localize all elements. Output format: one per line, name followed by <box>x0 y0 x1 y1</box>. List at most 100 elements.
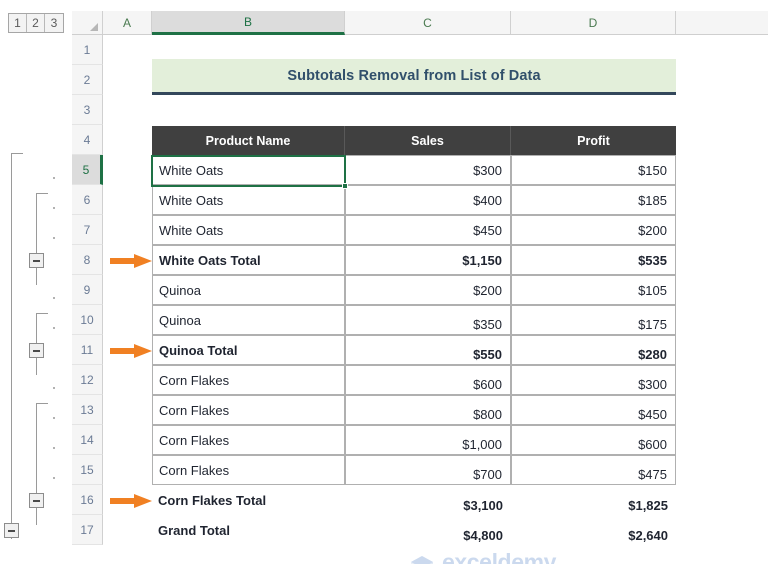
outline-level-1-button[interactable]: 1 <box>9 14 27 32</box>
row-header-11[interactable]: 11 <box>72 335 103 365</box>
table-header-sales: Sales <box>345 126 511 156</box>
outline-group1-spine <box>36 193 37 285</box>
cell-sales-row11[interactable]: $550 <box>345 335 511 365</box>
row-header-5[interactable]: 5 <box>72 155 103 185</box>
row-header-9[interactable]: 9 <box>72 275 103 305</box>
row-header-16[interactable]: 16 <box>72 485 103 515</box>
cell-product-name-row12[interactable]: Corn Flakes <box>152 365 345 395</box>
minus-icon <box>33 259 40 262</box>
sheet-title: Subtotals Removal from List of Data <box>152 59 676 92</box>
cell-product-name-row16[interactable]: Corn Flakes Total <box>152 485 345 515</box>
row-header-8[interactable]: 8 <box>72 245 103 275</box>
outline-group1-cap <box>36 193 48 194</box>
cell-sales-row10[interactable]: $350 <box>345 305 511 335</box>
cell-profit-row6[interactable]: $185 <box>511 185 676 215</box>
outline-level-2-button[interactable]: 2 <box>27 14 45 32</box>
cell-product-name-row9[interactable]: Quinoa <box>152 275 345 305</box>
cell-sales-row9[interactable]: $200 <box>345 275 511 305</box>
cell-sales-row14[interactable]: $1,000 <box>345 425 511 455</box>
cell-sales-row13[interactable]: $800 <box>345 395 511 425</box>
fill-handle[interactable] <box>342 183 348 189</box>
row-header-6[interactable]: 6 <box>72 185 103 215</box>
column-header-a[interactable]: A <box>103 11 152 35</box>
cell-sales-row16[interactable]: $3,100 <box>345 485 511 515</box>
outline-row-dot <box>53 477 55 479</box>
minus-icon <box>33 349 40 352</box>
cell-profit-row9[interactable]: $105 <box>511 275 676 305</box>
cell-profit-row8[interactable]: $535 <box>511 245 676 275</box>
table-header-profit: Profit <box>511 126 676 156</box>
cell-profit-row14[interactable]: $600 <box>511 425 676 455</box>
row-header-4[interactable]: 4 <box>72 125 103 155</box>
table-header-product-name: Product Name <box>152 126 345 156</box>
row-header-3[interactable]: 3 <box>72 95 103 125</box>
cell-product-name-row13[interactable]: Corn Flakes <box>152 395 345 425</box>
outline-row-dot <box>53 207 55 209</box>
annotation-arrow-row11 <box>110 344 152 358</box>
cell-product-name-row14[interactable]: Corn Flakes <box>152 425 345 455</box>
row-header-17[interactable]: 17 <box>72 515 103 545</box>
cell-sales-row7[interactable]: $450 <box>345 215 511 245</box>
worksheet-grid[interactable]: Subtotals Removal from List of Data Prod… <box>103 35 768 564</box>
outline-level1-cap <box>11 153 23 154</box>
select-all-triangle-icon <box>90 23 98 31</box>
cell-product-name-row7[interactable]: White Oats <box>152 215 345 245</box>
exceldemy-watermark: exceldemy EXCEL - DATA - BI <box>408 551 556 564</box>
outline-group2-cap <box>36 313 48 314</box>
excel-worksheet-screenshot: 1 2 3 A B C D 1 2 3 4 5 6 7 8 9 10 11 12 13 14 15 16 17 <box>0 0 768 564</box>
cell-profit-row12[interactable]: $300 <box>511 365 676 395</box>
cell-profit-row17[interactable]: $2,640 <box>511 515 676 545</box>
cell-sales-row15[interactable]: $700 <box>345 455 511 485</box>
minus-icon <box>33 499 40 502</box>
exceldemy-logo-icon <box>411 556 433 564</box>
cell-profit-row10[interactable]: $175 <box>511 305 676 335</box>
cell-sales-row8[interactable]: $1,150 <box>345 245 511 275</box>
cell-sales-row6[interactable]: $400 <box>345 185 511 215</box>
outline-level1-spine <box>11 153 12 539</box>
cell-profit-row13[interactable]: $450 <box>511 395 676 425</box>
title-underline-rule <box>152 92 676 95</box>
cell-sales-row17[interactable]: $4,800 <box>345 515 511 545</box>
row-header-1[interactable]: 1 <box>72 35 103 65</box>
cell-profit-row5[interactable]: $150 <box>511 155 676 185</box>
cell-sales-row12[interactable]: $600 <box>345 365 511 395</box>
cell-profit-row7[interactable]: $200 <box>511 215 676 245</box>
cell-profit-row15[interactable]: $475 <box>511 455 676 485</box>
outline-collapse-button-row11[interactable] <box>29 343 44 358</box>
outline-row-dot <box>53 417 55 419</box>
cell-profit-row16[interactable]: $1,825 <box>511 485 676 515</box>
cell-product-name-row11[interactable]: Quinoa Total <box>152 335 345 365</box>
column-header-b[interactable]: B <box>152 11 345 35</box>
outline-collapse-button-row16[interactable] <box>29 493 44 508</box>
cell-product-name-row5[interactable]: White Oats <box>152 155 345 185</box>
row-header-14[interactable]: 14 <box>72 425 103 455</box>
outline-collapse-button-row8[interactable] <box>29 253 44 268</box>
outline-level-3-button[interactable]: 3 <box>45 14 63 32</box>
select-all-corner[interactable] <box>72 11 103 35</box>
column-header-c[interactable]: C <box>345 11 511 35</box>
row-header-12[interactable]: 12 <box>72 365 103 395</box>
row-header-7[interactable]: 7 <box>72 215 103 245</box>
cell-sales-row5[interactable]: $300 <box>345 155 511 185</box>
cell-product-name-row6[interactable]: White Oats <box>152 185 345 215</box>
minus-icon <box>8 529 15 532</box>
row-header-15[interactable]: 15 <box>72 455 103 485</box>
outline-row-dot <box>53 177 55 179</box>
cell-product-name-row15[interactable]: Corn Flakes <box>152 455 345 485</box>
cell-product-name-row10[interactable]: Quinoa <box>152 305 345 335</box>
outline-row-dot <box>53 387 55 389</box>
column-header-d[interactable]: D <box>511 11 676 35</box>
outline-row-dot <box>53 327 55 329</box>
cell-product-name-row17[interactable]: Grand Total <box>152 515 345 545</box>
watermark-brand: exceldemy <box>442 549 557 564</box>
outline-row-dot <box>53 447 55 449</box>
annotation-arrow-row16 <box>110 494 152 508</box>
row-header-10[interactable]: 10 <box>72 305 103 335</box>
outline-row-dot <box>53 237 55 239</box>
row-header-13[interactable]: 13 <box>72 395 103 425</box>
cell-profit-row11[interactable]: $280 <box>511 335 676 365</box>
outline-collapse-button-row17[interactable] <box>4 523 19 538</box>
row-header-2[interactable]: 2 <box>72 65 103 95</box>
outline-level-buttons[interactable]: 1 2 3 <box>8 13 64 33</box>
cell-product-name-row8[interactable]: White Oats Total <box>152 245 345 275</box>
